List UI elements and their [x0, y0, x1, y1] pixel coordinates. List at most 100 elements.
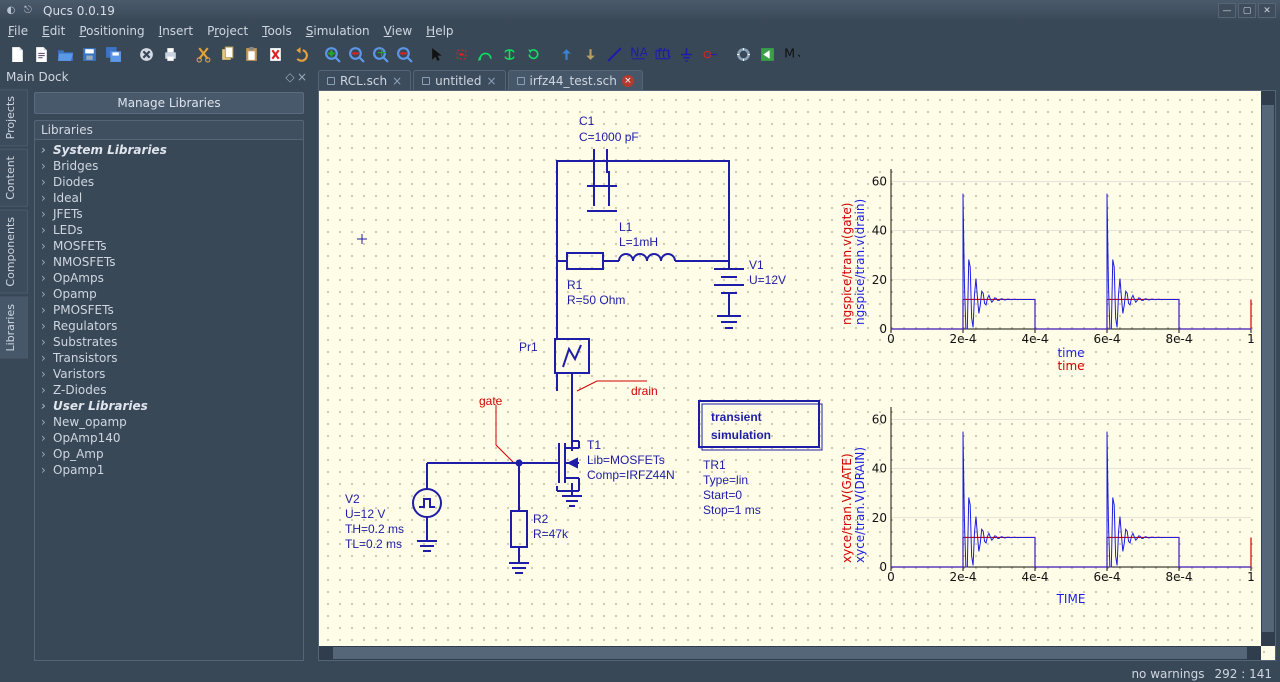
new-text-icon[interactable]: [30, 43, 52, 65]
svg-text:time: time: [1057, 346, 1084, 360]
tree-item[interactable]: LEDs: [35, 222, 303, 238]
comp-resistor-icon[interactable]: [450, 43, 472, 65]
copy-icon[interactable]: [216, 43, 238, 65]
dock-title: Main Dock: [6, 70, 284, 84]
side-tab-components[interactable]: Components: [0, 210, 28, 294]
paste-icon[interactable]: [240, 43, 262, 65]
wire-icon[interactable]: [603, 43, 625, 65]
tab-close-icon[interactable]: ×: [392, 74, 402, 88]
tree-category[interactable]: System Libraries: [35, 142, 303, 158]
tree-item[interactable]: Z-Diodes: [35, 382, 303, 398]
delete-icon[interactable]: [264, 43, 286, 65]
doc-tab[interactable]: RCL.sch×: [318, 70, 411, 90]
tree-item[interactable]: PMOSFETs: [35, 302, 303, 318]
tree-category[interactable]: User Libraries: [35, 398, 303, 414]
menu-file[interactable]: File: [8, 24, 28, 38]
tree-item[interactable]: Opamp1: [35, 462, 303, 478]
side-tab-libraries[interactable]: Libraries: [0, 297, 28, 359]
side-tab-content[interactable]: Content: [0, 149, 28, 207]
port-icon[interactable]: [699, 43, 721, 65]
tree-item[interactable]: MOSFETs: [35, 238, 303, 254]
r1-name: R1: [567, 278, 583, 292]
tr1-type: Type=lin: [703, 473, 748, 487]
side-tab-projects[interactable]: Projects: [0, 89, 28, 146]
equation-icon[interactable]: f(u): [651, 43, 673, 65]
close-doc-icon[interactable]: [135, 43, 157, 65]
svg-text:TIME: TIME: [1056, 592, 1086, 606]
v1-value: U=12V: [749, 273, 786, 287]
show-data-icon[interactable]: [756, 43, 778, 65]
tree-item[interactable]: OpAmp140: [35, 430, 303, 446]
menu-insert[interactable]: Insert: [159, 24, 193, 38]
save-icon[interactable]: [78, 43, 100, 65]
app-menu-icon[interactable]: ◐: [4, 4, 18, 18]
simulate-icon[interactable]: [732, 43, 754, 65]
open-icon[interactable]: [54, 43, 76, 65]
svg-text:0: 0: [879, 560, 887, 574]
close-button[interactable]: ✕: [1258, 3, 1276, 18]
tree-item[interactable]: Transistors: [35, 350, 303, 366]
tree-item[interactable]: Opamp: [35, 286, 303, 302]
minimize-button[interactable]: —: [1218, 3, 1236, 18]
ground-icon[interactable]: [675, 43, 697, 65]
vertical-scrollbar[interactable]: [1261, 91, 1275, 646]
menu-edit[interactable]: Edit: [42, 24, 65, 38]
tab-close-icon[interactable]: ×: [486, 74, 496, 88]
schematic-canvas[interactable]: C1 C=1000 pF L1 L=1mH: [318, 90, 1276, 661]
zoom-1-icon[interactable]: [393, 43, 415, 65]
v1-name: V1: [749, 258, 764, 272]
svg-text:xyce/tran.V(DRAIN): xyce/tran.V(DRAIN): [853, 447, 867, 563]
menu-tools[interactable]: Tools: [262, 24, 292, 38]
tr1-stop: Stop=1 ms: [703, 503, 761, 517]
tree-item[interactable]: JFETs: [35, 206, 303, 222]
svg-text:ngspice/tran.v(gate): ngspice/tran.v(gate): [840, 203, 854, 325]
zoom-fit-icon[interactable]: +: [369, 43, 391, 65]
zoom-out-icon[interactable]: [345, 43, 367, 65]
new-file-icon[interactable]: [6, 43, 28, 65]
tr1-start: Start=0: [703, 488, 742, 502]
svg-text:ngspice/tran.v(drain): ngspice/tran.v(drain): [853, 199, 867, 325]
svg-text:2e-4: 2e-4: [950, 332, 977, 346]
tree-item[interactable]: OpAmps: [35, 270, 303, 286]
maximize-button[interactable]: ▢: [1238, 3, 1256, 18]
out-hier-icon[interactable]: [579, 43, 601, 65]
print-icon[interactable]: [159, 43, 181, 65]
plot-ngspice[interactable]: 020406002e-44e-46e-48e-41ngspice/tran.v(…: [837, 161, 1257, 371]
mirror-h-icon[interactable]: [474, 43, 496, 65]
dock-pin-icon[interactable]: ◇: [284, 70, 296, 84]
library-tree[interactable]: System LibrariesBridgesDiodesIdealJFETsL…: [34, 140, 304, 661]
tree-item[interactable]: Varistors: [35, 366, 303, 382]
zoom-in-icon[interactable]: [321, 43, 343, 65]
save-all-icon[interactable]: [102, 43, 124, 65]
tree-item[interactable]: Diodes: [35, 174, 303, 190]
dock-close-icon[interactable]: ×: [296, 70, 308, 84]
undo-icon[interactable]: [288, 43, 310, 65]
menu-positioning[interactable]: Positioning: [79, 24, 144, 38]
tree-item[interactable]: Substrates: [35, 334, 303, 350]
cut-icon[interactable]: [192, 43, 214, 65]
menu-view[interactable]: View: [384, 24, 412, 38]
mirror-v-icon[interactable]: [498, 43, 520, 65]
select-icon[interactable]: [426, 43, 448, 65]
doc-tab[interactable]: irfz44_test.sch×: [508, 70, 643, 90]
manage-libraries-button[interactable]: Manage Libraries: [34, 92, 304, 114]
tree-item[interactable]: NMOSFETs: [35, 254, 303, 270]
label-icon[interactable]: NAME: [627, 43, 649, 65]
svg-text:0: 0: [887, 332, 895, 346]
tree-item[interactable]: Bridges: [35, 158, 303, 174]
tree-item[interactable]: Regulators: [35, 318, 303, 334]
rotate-icon[interactable]: [522, 43, 544, 65]
doc-tab[interactable]: untitled×: [413, 70, 505, 90]
tree-item[interactable]: Ideal: [35, 190, 303, 206]
menu-simulation[interactable]: Simulation: [306, 24, 370, 38]
horizontal-scrollbar[interactable]: [319, 646, 1261, 660]
menu-project[interactable]: Project: [207, 24, 248, 38]
tune-icon[interactable]: M↓: [780, 43, 802, 65]
tree-item[interactable]: Op_Amp: [35, 446, 303, 462]
r1-value: R=50 Ohm: [567, 293, 625, 307]
into-hier-icon[interactable]: [555, 43, 577, 65]
tab-close-icon[interactable]: ×: [622, 75, 634, 87]
menu-help[interactable]: Help: [426, 24, 453, 38]
plot-xyce[interactable]: 020406002e-44e-46e-48e-41xyce/tran.V(GAT…: [837, 399, 1257, 609]
tree-item[interactable]: New_opamp: [35, 414, 303, 430]
